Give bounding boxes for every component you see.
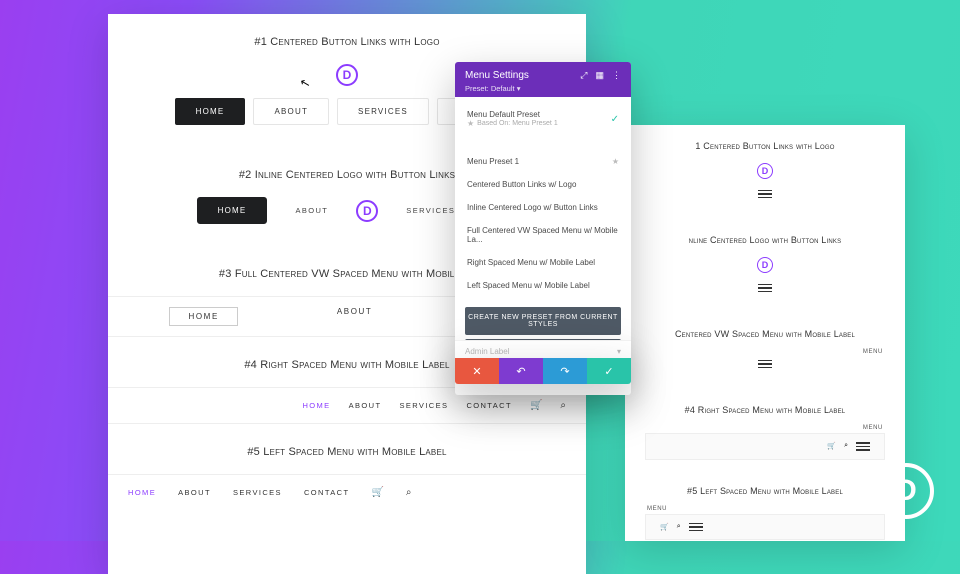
nav-about-link[interactable]: ABOUT (349, 401, 382, 410)
nav-about-button[interactable]: ABOUT (253, 98, 329, 125)
section-1-title: #1 Centered Button Links with Logo (108, 14, 586, 64)
preset-item[interactable]: Full Centered VW Spaced Menu w/ Mobile L… (455, 219, 631, 251)
undo-button[interactable]: ↶ (499, 358, 543, 384)
cart-icon[interactable]: 🛒 (371, 487, 383, 498)
nav-home-link[interactable]: HOME (302, 401, 330, 410)
preset-item[interactable]: Right Spaced Menu w/ Mobile Label (455, 251, 631, 274)
star-icon: ★ (467, 119, 474, 128)
section-4-title: #4 Right Spaced Menu with Mobile Label (625, 389, 905, 425)
hamburger-icon[interactable] (856, 440, 870, 453)
preset-list: Menu Default Preset ★Based On: Menu Pres… (455, 97, 631, 303)
preset-item-default[interactable]: Menu Default Preset ★Based On: Menu Pres… (455, 103, 631, 135)
nav-services-link[interactable]: SERVICES (406, 206, 455, 215)
nav-services-link[interactable]: SERVICES (233, 488, 282, 497)
hamburger-icon[interactable] (758, 358, 772, 371)
cart-icon[interactable]: 🛒 (530, 400, 542, 411)
hamburger-icon[interactable] (689, 521, 703, 534)
panel-title: Menu Settings (465, 70, 529, 81)
nav-services-button[interactable]: SERVICES (337, 98, 429, 125)
cart-icon[interactable]: 🛒 (827, 442, 836, 450)
nav-services-link[interactable]: SERVICES (399, 401, 448, 410)
mobile-preview-card: 1 Centered Button Links with Logo D nlin… (625, 125, 905, 541)
more-icon[interactable]: ⋮ (612, 70, 621, 81)
grid-icon[interactable]: ▦ (595, 70, 604, 81)
search-icon[interactable]: ⌕ (560, 400, 566, 411)
star-icon: ★ (612, 157, 619, 166)
nav-about-link[interactable]: ABOUT (295, 206, 328, 215)
panel-header: Menu Settings ⤢ ▦ ⋮ Preset: Default ▾ (455, 62, 631, 97)
mobile-menu-bar: 🛒 ⌕ (645, 433, 885, 460)
hamburger-icon[interactable] (758, 188, 772, 201)
chevron-down-icon: ▾ (617, 347, 621, 356)
preset-item[interactable]: Left Spaced Menu w/ Mobile Label (455, 274, 631, 297)
nav-contact-link[interactable]: CONTACT (304, 488, 350, 497)
close-button[interactable]: ✕ (455, 358, 499, 384)
nav-home-link[interactable]: HOME (128, 488, 156, 497)
section-2-title: nline Centered Logo with Button Links (625, 219, 905, 255)
nav-left-row: HOME ABOUT SERVICES CONTACT 🛒 ⌕ (108, 474, 586, 510)
save-button[interactable]: ✓ (587, 358, 631, 384)
section-3-title: Centered VW Spaced Menu with Mobile Labe… (625, 313, 905, 349)
mobile-menu-bar: 🛒 ⌕ (645, 514, 885, 541)
divi-logo-icon: D (757, 257, 773, 273)
preset-item[interactable]: Menu Preset 1★ (455, 150, 631, 173)
nav-home-link[interactable]: HOME (169, 307, 237, 326)
create-preset-button[interactable]: CREATE NEW PRESET FROM CURRENT STYLES (465, 307, 621, 335)
divi-logo-icon: D (356, 200, 378, 222)
nav-home-button[interactable]: HOME (175, 98, 246, 125)
section-5-title: #5 Left Spaced Menu with Mobile Label (108, 424, 586, 474)
search-icon[interactable]: ⌕ (406, 487, 412, 498)
divi-logo-icon: D (757, 163, 773, 179)
preset-item[interactable]: Inline Centered Logo w/ Button Links (455, 196, 631, 219)
search-icon[interactable]: ⌕ (677, 523, 681, 531)
divi-logo-icon: D (336, 64, 358, 86)
expand-icon[interactable]: ⤢ (580, 70, 587, 81)
nav-about-link[interactable]: ABOUT (337, 307, 373, 326)
menu-label: MENU (625, 425, 905, 433)
menu-label: MENU (625, 349, 905, 357)
section-1-title: 1 Centered Button Links with Logo (625, 125, 905, 161)
section-5-title: #5 Left Spaced Menu with Mobile Label (625, 470, 905, 506)
action-bar: ✕ ↶ ↷ ✓ (455, 358, 631, 384)
admin-label-text: Admin Label (465, 347, 509, 356)
nav-contact-link[interactable]: CONTACT (466, 401, 512, 410)
hamburger-icon[interactable] (758, 282, 772, 295)
nav-about-link[interactable]: ABOUT (178, 488, 211, 497)
preset-dropdown[interactable]: Preset: Default ▾ (465, 81, 621, 93)
check-icon: ✓ (611, 114, 619, 125)
menu-label: MENU (625, 506, 905, 514)
nav-home-button[interactable]: HOME (197, 197, 268, 224)
preset-name: Menu Default Preset (467, 110, 558, 119)
preset-based-on: Based On: Menu Preset 1 (477, 120, 558, 127)
redo-button[interactable]: ↷ (543, 358, 587, 384)
search-icon[interactable]: ⌕ (844, 442, 848, 450)
cart-icon[interactable]: 🛒 (660, 523, 669, 531)
divi-brand-logo: D (878, 463, 934, 519)
preset-item[interactable]: Centered Button Links w/ Logo (455, 173, 631, 196)
